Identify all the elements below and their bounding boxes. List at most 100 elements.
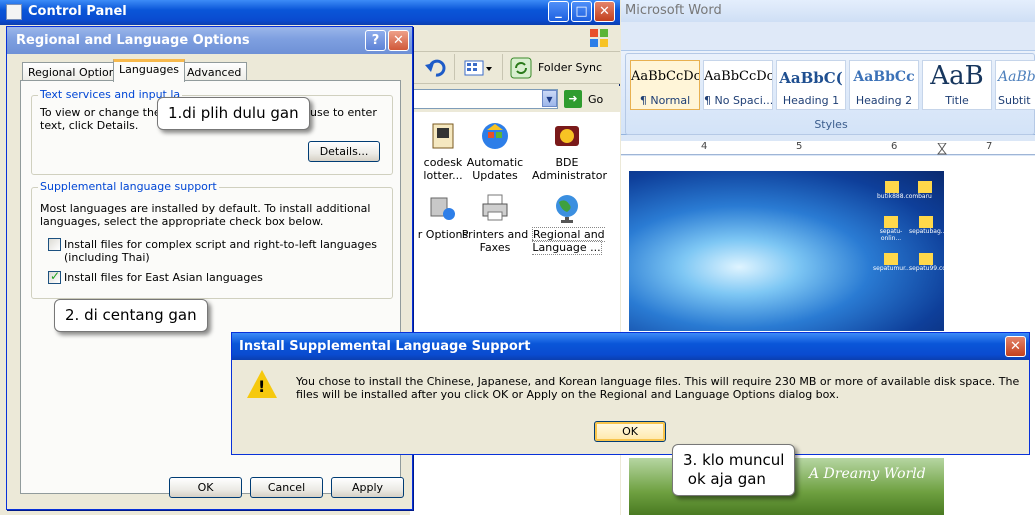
- cp-item-printers-faxes[interactable]: Printers and Faxes: [460, 192, 530, 254]
- folder-sync-button[interactable]: Folder Sync: [510, 56, 620, 80]
- ribbon: AaBbCcDc ¶ Normal AaBbCcDc ¶ No Spaci...…: [621, 50, 1035, 135]
- supplemental-desc: Most languages are installed by default.…: [40, 202, 371, 228]
- windows-logo-icon: [590, 29, 608, 47]
- style-name: Heading 1: [782, 94, 840, 107]
- style-title[interactable]: AaB Title: [922, 60, 992, 110]
- menu-bar: [410, 25, 620, 52]
- printer-icon: [479, 192, 511, 224]
- ok-button[interactable]: OK: [169, 477, 242, 498]
- styles-group-label: Styles: [814, 118, 848, 131]
- text-services-desc-tail: use to enter: [310, 106, 377, 119]
- image-caption: A Dreamy World: [809, 466, 926, 482]
- style-preview: AaB: [930, 61, 984, 91]
- desktop-wallpaper-image: butik888.com baru sepatu-onlin... sepatu…: [629, 171, 952, 331]
- toolbar-divider: [454, 54, 455, 80]
- style-preview: AaBb: [998, 69, 1035, 85]
- ruler[interactable]: 4 5 6 7: [621, 141, 1035, 155]
- style-normal[interactable]: AaBbCcDc ¶ Normal: [630, 60, 700, 110]
- supplemental-legend: Supplemental language support: [38, 180, 219, 193]
- globe-icon: [551, 192, 583, 224]
- ruler-mark: 4: [701, 141, 708, 152]
- ruler-mark: 7: [986, 141, 993, 152]
- go-arrow-icon[interactable]: ➜: [564, 90, 582, 108]
- callout-step-2: 2. di centang gan: [54, 299, 208, 332]
- options-icon: [427, 192, 459, 224]
- control-panel-titlebar[interactable]: Control Panel _ □ ✕: [0, 0, 620, 25]
- folder-sync-label: Folder Sync: [538, 61, 603, 74]
- complex-script-label[interactable]: Install files for complex script and rig…: [64, 238, 384, 264]
- address-bar: ▼ ➜ Go: [410, 86, 620, 112]
- chevron-down-icon[interactable]: ▼: [542, 90, 557, 107]
- regional-dialog-titlebar[interactable]: Regional and Language Options ? ✕: [7, 27, 412, 54]
- warning-exclamation: !: [258, 377, 266, 396]
- cp-item-automatic-updates[interactable]: Automatic Updates: [460, 120, 530, 182]
- bde-administrator-icon: [551, 120, 583, 152]
- dialog-close-button[interactable]: ✕: [388, 30, 409, 51]
- install-message: You chose to install the Chinese, Japane…: [296, 375, 1020, 401]
- desktop-icon: baru: [913, 181, 937, 200]
- address-input[interactable]: [410, 89, 558, 109]
- style-subtitle[interactable]: AaBb Subtit: [995, 60, 1035, 110]
- cp-item-regional-language[interactable]: Regional and Language ...: [532, 192, 605, 255]
- control-panel-title: Control Panel: [28, 4, 127, 19]
- toolbar: Folder Sync: [410, 52, 620, 84]
- desktop-icon: sepatu99.com: [909, 253, 952, 272]
- install-ok-button[interactable]: OK: [594, 421, 666, 442]
- help-button[interactable]: ?: [365, 30, 386, 51]
- install-dialog-close-button[interactable]: ✕: [1005, 336, 1026, 357]
- minimize-button[interactable]: _: [548, 1, 569, 22]
- style-name: ¶ Normal: [639, 94, 691, 107]
- cp-item-label: Automatic Updates: [466, 156, 524, 182]
- undo-icon[interactable]: [424, 58, 448, 78]
- apply-button[interactable]: Apply: [331, 477, 404, 498]
- styles-group: AaBbCcDc ¶ Normal AaBbCcDc ¶ No Spaci...…: [625, 53, 1035, 135]
- cp-item-label: BDE Administrator: [532, 156, 607, 182]
- word-title: Microsoft Word: [625, 3, 722, 18]
- views-icon: [464, 60, 492, 76]
- tab-languages[interactable]: Languages: [113, 59, 186, 82]
- ruler-mark: 5: [796, 141, 803, 152]
- cp-item-label: Printers and Faxes: [461, 228, 529, 254]
- regional-dialog-title: Regional and Language Options: [16, 33, 250, 48]
- details-button[interactable]: Details...: [308, 141, 380, 162]
- cancel-button[interactable]: Cancel: [250, 477, 323, 498]
- install-dialog-titlebar[interactable]: Install Supplemental Language Support ✕: [232, 333, 1029, 360]
- cp-item-bde-administrator[interactable]: BDE Administrator: [532, 120, 607, 182]
- tab-advanced[interactable]: Advanced: [181, 62, 248, 82]
- style-heading-1[interactable]: AaBbC( Heading 1: [776, 60, 846, 110]
- go-label[interactable]: Go: [588, 93, 603, 106]
- desktop-icon: sepatu-onlin...: [873, 216, 909, 242]
- desktop-icon: butik888.com: [877, 181, 918, 200]
- style-name: Heading 2: [855, 94, 913, 107]
- complex-script-checkbox[interactable]: [48, 238, 61, 251]
- tab-regional-options[interactable]: Regional Options: [22, 62, 128, 82]
- ruler-mark: 6: [891, 141, 898, 152]
- style-name: ¶ No Spaci...: [704, 94, 772, 107]
- control-panel-icon: [6, 4, 22, 20]
- views-button[interactable]: [464, 58, 494, 78]
- word-titlebar[interactable]: Microsoft Word: [621, 0, 1035, 22]
- east-asian-checkbox[interactable]: [48, 269, 61, 284]
- style-no-spacing[interactable]: AaBbCcDc ¶ No Spaci...: [703, 60, 773, 110]
- indent-marker-icon[interactable]: [937, 143, 947, 155]
- style-name: Subtit: [998, 94, 1031, 107]
- ribbon-tabs: [621, 22, 1035, 50]
- east-asian-label[interactable]: Install files for East Asian languages: [64, 271, 263, 284]
- toolbar-divider: [502, 54, 503, 80]
- text-services-desc-2: text, click Details.: [40, 119, 139, 132]
- callout-step-1: 1.di plih dulu gan: [157, 97, 310, 130]
- cp-item-label: Regional and Language ...: [532, 227, 605, 255]
- style-heading-2[interactable]: AaBbCc Heading 2: [849, 60, 919, 110]
- callout-step-3: 3. klo muncul ok aja gan: [672, 444, 796, 496]
- install-supplemental-dialog: Install Supplemental Language Support ✕ …: [231, 332, 1030, 455]
- maximize-button[interactable]: □: [571, 1, 592, 22]
- supplemental-group: Supplemental language support Most langu…: [31, 180, 393, 299]
- desktop-icon: sepatumur...: [873, 253, 911, 272]
- style-preview: AaBbCc: [853, 69, 915, 85]
- cp-item-label: codesk lotter...: [423, 156, 463, 182]
- close-button[interactable]: ✕: [594, 1, 615, 22]
- style-preview: AaBbCcDc: [631, 69, 699, 84]
- autodesk-plotter-icon: [427, 120, 459, 152]
- desktop-icon: sepatubag...: [909, 216, 946, 235]
- style-name: Title: [945, 94, 969, 107]
